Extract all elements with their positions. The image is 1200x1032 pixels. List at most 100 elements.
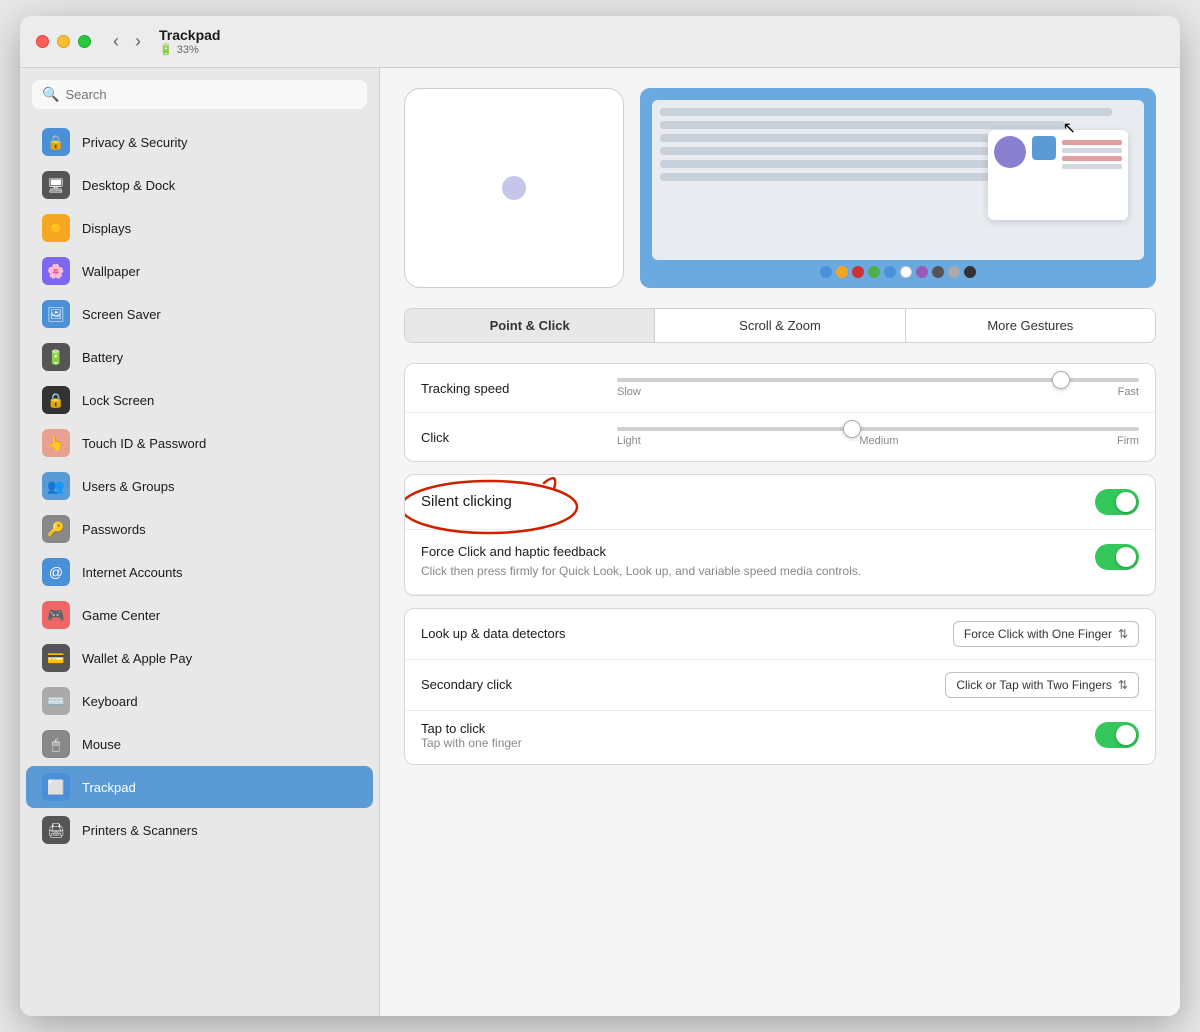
- lookup-dropdown[interactable]: Force Click with One Finger ⇅: [953, 621, 1139, 647]
- sidebar-icon-symbol-lockscreen: 🔒: [47, 392, 64, 409]
- secondary-click-arrow: ⇅: [1118, 678, 1128, 692]
- click-thumb[interactable]: [843, 420, 861, 438]
- sidebar-icon-symbol-battery: 🔋: [47, 349, 64, 366]
- sidebar-icon-wallet: 💳: [42, 644, 70, 672]
- click-row: Click Light Medium Firm: [405, 413, 1155, 461]
- sidebar-icon-symbol-passwords: 🔑: [47, 521, 64, 538]
- sidebar-label-touchid: Touch ID & Password: [82, 436, 206, 451]
- gestures-section: Look up & data detectors Force Click wit…: [404, 608, 1156, 765]
- color-dot-5[interactable]: [900, 266, 912, 278]
- tracking-speed-fill: [617, 378, 1061, 382]
- sidebar-icon-displays: ☀️: [42, 214, 70, 242]
- sidebar-icon-passwords: 🔑: [42, 515, 70, 543]
- sidebar-label-wallet: Wallet & Apple Pay: [82, 651, 192, 666]
- sidebar-item-desktop[interactable]: 🖥 Desktop & Dock: [26, 164, 373, 206]
- back-button[interactable]: ‹: [107, 29, 125, 54]
- lookup-label: Look up & data detectors: [421, 626, 566, 641]
- search-input[interactable]: [65, 87, 357, 102]
- sidebar-item-keyboard[interactable]: ⌨️ Keyboard: [26, 680, 373, 722]
- tap-to-click-text: Tap to click Tap with one finger: [421, 721, 522, 750]
- screen-mini-line-1: [1062, 140, 1122, 145]
- color-dots: [820, 266, 976, 278]
- sidebar-label-privacy: Privacy & Security: [82, 135, 187, 150]
- sidebar-icon-lockscreen: 🔒: [42, 386, 70, 414]
- secondary-click-value: Click or Tap with Two Fingers: [956, 678, 1112, 692]
- sidebar-label-lockscreen: Lock Screen: [82, 393, 154, 408]
- search-bar[interactable]: 🔍: [32, 80, 367, 109]
- silent-clicking-toggle[interactable]: [1095, 489, 1139, 515]
- sidebar-item-internet[interactable]: @ Internet Accounts: [26, 551, 373, 593]
- sidebar-label-printers: Printers & Scanners: [82, 823, 198, 838]
- maximize-button[interactable]: [78, 35, 91, 48]
- tab-point-click[interactable]: Point & Click: [405, 309, 655, 342]
- sidebar-item-printers[interactable]: 🖨 Printers & Scanners: [26, 809, 373, 851]
- sidebar-item-privacy[interactable]: 🔒 Privacy & Security: [26, 121, 373, 163]
- tap-to-click-toggle[interactable]: [1095, 722, 1139, 748]
- color-dot-1[interactable]: [836, 266, 848, 278]
- tracking-speed-thumb[interactable]: [1052, 371, 1070, 389]
- sidebar-icon-touchid: 👆: [42, 429, 70, 457]
- color-dot-4[interactable]: [884, 266, 896, 278]
- forward-button[interactable]: ›: [129, 29, 147, 54]
- page-title: Trackpad: [159, 27, 220, 43]
- battery-icon: 🔋: [159, 43, 173, 56]
- sidebar-item-wallpaper[interactable]: 🌸 Wallpaper: [26, 250, 373, 292]
- silent-clicking-label-wrap: Silent clicking: [421, 493, 512, 511]
- tracking-speed-control[interactable]: Slow Fast: [617, 378, 1139, 398]
- sidebar-item-trackpad[interactable]: ⬜ Trackpad: [26, 766, 373, 808]
- click-control[interactable]: Light Medium Firm: [617, 427, 1139, 447]
- color-dot-6[interactable]: [916, 266, 928, 278]
- screen-floating-content: [994, 136, 1122, 169]
- sidebar-icon-symbol-displays: ☀️: [47, 220, 64, 237]
- sidebar-icon-symbol-wallet: 💳: [47, 650, 64, 667]
- color-dot-9[interactable]: [964, 266, 976, 278]
- tap-to-click-row: Tap to click Tap with one finger: [405, 711, 1155, 764]
- force-click-toggle[interactable]: [1095, 544, 1139, 570]
- trackpad-dot: [502, 176, 526, 200]
- system-preferences-window: ‹ › Trackpad 🔋 33% 🔍 🔒 Privacy & Securit…: [20, 16, 1180, 1016]
- sidebar-item-users[interactable]: 👥 Users & Groups: [26, 465, 373, 507]
- color-dot-8[interactable]: [948, 266, 960, 278]
- cursor-indicator: ↖: [1063, 118, 1076, 138]
- sidebar-icon-users: 👥: [42, 472, 70, 500]
- screen-floating-panel: [988, 130, 1128, 220]
- sidebar-item-wallet[interactable]: 💳 Wallet & Apple Pay: [26, 637, 373, 679]
- tap-to-click-header: Tap to click Tap with one finger: [421, 721, 1139, 750]
- preview-area: ↖: [404, 88, 1156, 288]
- secondary-click-dropdown[interactable]: Click or Tap with Two Fingers ⇅: [945, 672, 1139, 698]
- silent-force-section: Silent clicking Force Click and hap: [404, 474, 1156, 596]
- screen-line-2: [660, 121, 1065, 129]
- sidebar-icon-symbol-printers: 🖨: [47, 822, 65, 839]
- sidebar-icon-privacy: 🔒: [42, 128, 70, 156]
- sidebar-item-lockscreen[interactable]: 🔒 Lock Screen: [26, 379, 373, 421]
- sidebar-item-battery[interactable]: 🔋 Battery: [26, 336, 373, 378]
- tab-more-gestures[interactable]: More Gestures: [906, 309, 1155, 342]
- sidebar-item-passwords[interactable]: 🔑 Passwords: [26, 508, 373, 550]
- color-dot-0[interactable]: [820, 266, 832, 278]
- sidebar-item-gamecenter[interactable]: 🎮 Game Center: [26, 594, 373, 636]
- secondary-click-row: Secondary click Click or Tap with Two Fi…: [405, 660, 1155, 711]
- tab-scroll-zoom[interactable]: Scroll & Zoom: [655, 309, 905, 342]
- color-dot-7[interactable]: [932, 266, 944, 278]
- tabs-row: Point & ClickScroll & ZoomMore Gestures: [404, 308, 1156, 343]
- secondary-click-label: Secondary click: [421, 677, 512, 692]
- click-slider-container[interactable]: Light Medium Firm: [617, 427, 1139, 447]
- trackpad-preview: [404, 88, 624, 288]
- sidebar-item-screensaver[interactable]: 🖼 Screen Saver: [26, 293, 373, 335]
- close-button[interactable]: [36, 35, 49, 48]
- sidebar-icon-symbol-keyboard: ⌨️: [47, 693, 64, 710]
- tracking-speed-slider-container[interactable]: Slow Fast: [617, 378, 1139, 398]
- sidebar-item-touchid[interactable]: 👆 Touch ID & Password: [26, 422, 373, 464]
- minimize-button[interactable]: [57, 35, 70, 48]
- screen-line-6: [660, 173, 993, 181]
- lookup-dropdown-arrow: ⇅: [1118, 627, 1128, 641]
- detail-panel: ↖ Point & ClickScroll & ZoomMore Gesture…: [380, 68, 1180, 1016]
- titlebar-title: Trackpad 🔋 33%: [159, 27, 220, 56]
- tracking-speed-row: Tracking speed Slow Fast: [405, 364, 1155, 413]
- color-dot-3[interactable]: [868, 266, 880, 278]
- sidebar-label-passwords: Passwords: [82, 522, 146, 537]
- sidebar-item-mouse[interactable]: 🖱 Mouse: [26, 723, 373, 765]
- sidebar-item-displays[interactable]: ☀️ Displays: [26, 207, 373, 249]
- main-content: 🔍 🔒 Privacy & Security 🖥 Desktop & Dock …: [20, 68, 1180, 1016]
- color-dot-2[interactable]: [852, 266, 864, 278]
